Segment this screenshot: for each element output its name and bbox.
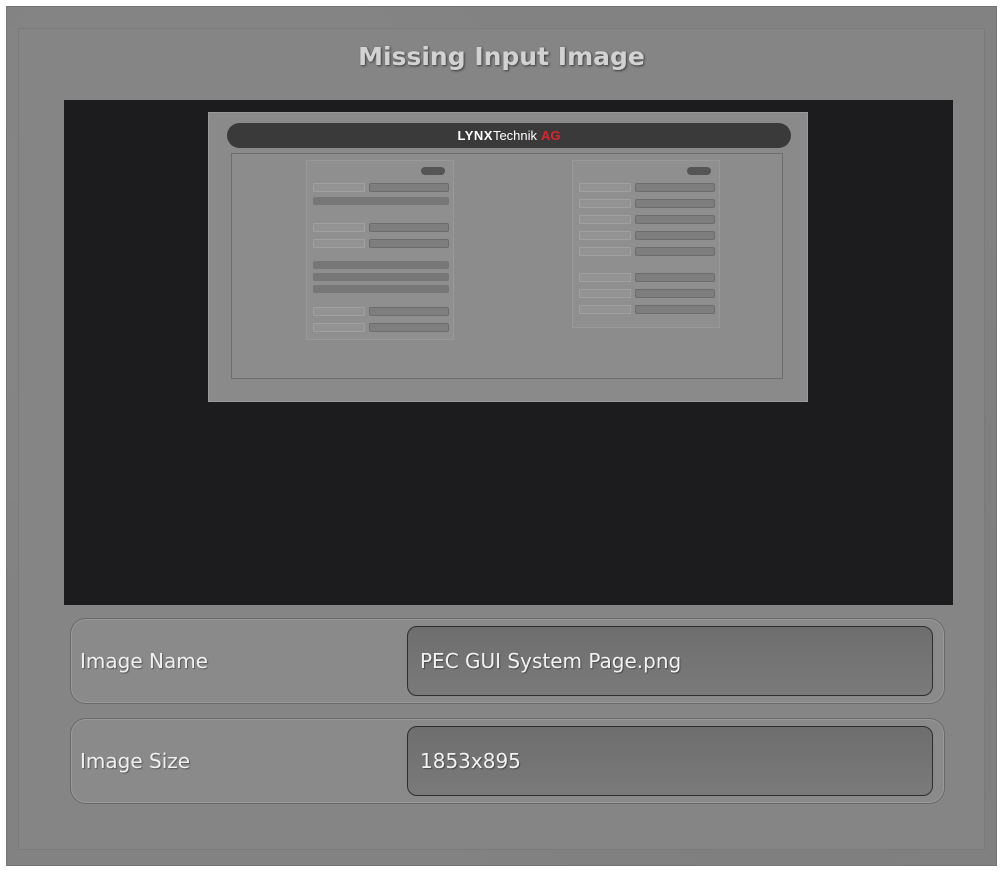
thumbnail-row	[313, 183, 449, 192]
missing-input-image-dialog: Missing Input Image LYNXTechnik AG Image…	[6, 6, 997, 866]
thumbnail-row	[313, 239, 449, 248]
thumbnail-bar	[313, 197, 449, 205]
image-name-row: Image Name PEC GUI System Page.png	[70, 618, 945, 704]
thumbnail-toggle-icon	[421, 167, 445, 175]
image-name-label: Image Name	[80, 649, 208, 673]
thumbnail-right-column	[572, 160, 720, 328]
image-size-label: Image Size	[80, 749, 191, 773]
logo-lynx-text: LYNX	[457, 128, 493, 143]
thumbnail-bar	[313, 285, 449, 293]
logo-technik-text: Technik	[492, 128, 538, 143]
dialog-title: Missing Input Image	[358, 42, 645, 71]
thumbnail-toggle-icon	[687, 167, 711, 175]
thumbnail-row	[579, 273, 715, 282]
thumbnail-left-column	[306, 160, 454, 340]
thumbnail-row	[313, 323, 449, 332]
thumbnail-row	[579, 183, 715, 192]
thumbnail-header: LYNXTechnik AG	[227, 123, 791, 148]
image-size-row: Image Size 1853x895	[70, 718, 945, 804]
image-preview: LYNXTechnik AG	[64, 100, 953, 605]
thumbnail-row	[579, 215, 715, 224]
thumbnail-row	[579, 305, 715, 314]
thumbnail-bar	[313, 261, 449, 269]
thumbnail-body	[231, 153, 783, 379]
thumbnail-row	[579, 247, 715, 256]
thumbnail-row	[579, 289, 715, 298]
thumbnail-row	[579, 199, 715, 208]
image-name-value: PEC GUI System Page.png	[407, 626, 933, 696]
image-size-value: 1853x895	[407, 726, 933, 796]
thumbnail-bar	[313, 273, 449, 281]
thumbnail-row	[313, 223, 449, 232]
thumbnail-row	[313, 307, 449, 316]
preview-thumbnail: LYNXTechnik AG	[208, 112, 808, 402]
logo-ag-text: AG	[541, 128, 561, 143]
thumbnail-row	[579, 231, 715, 240]
